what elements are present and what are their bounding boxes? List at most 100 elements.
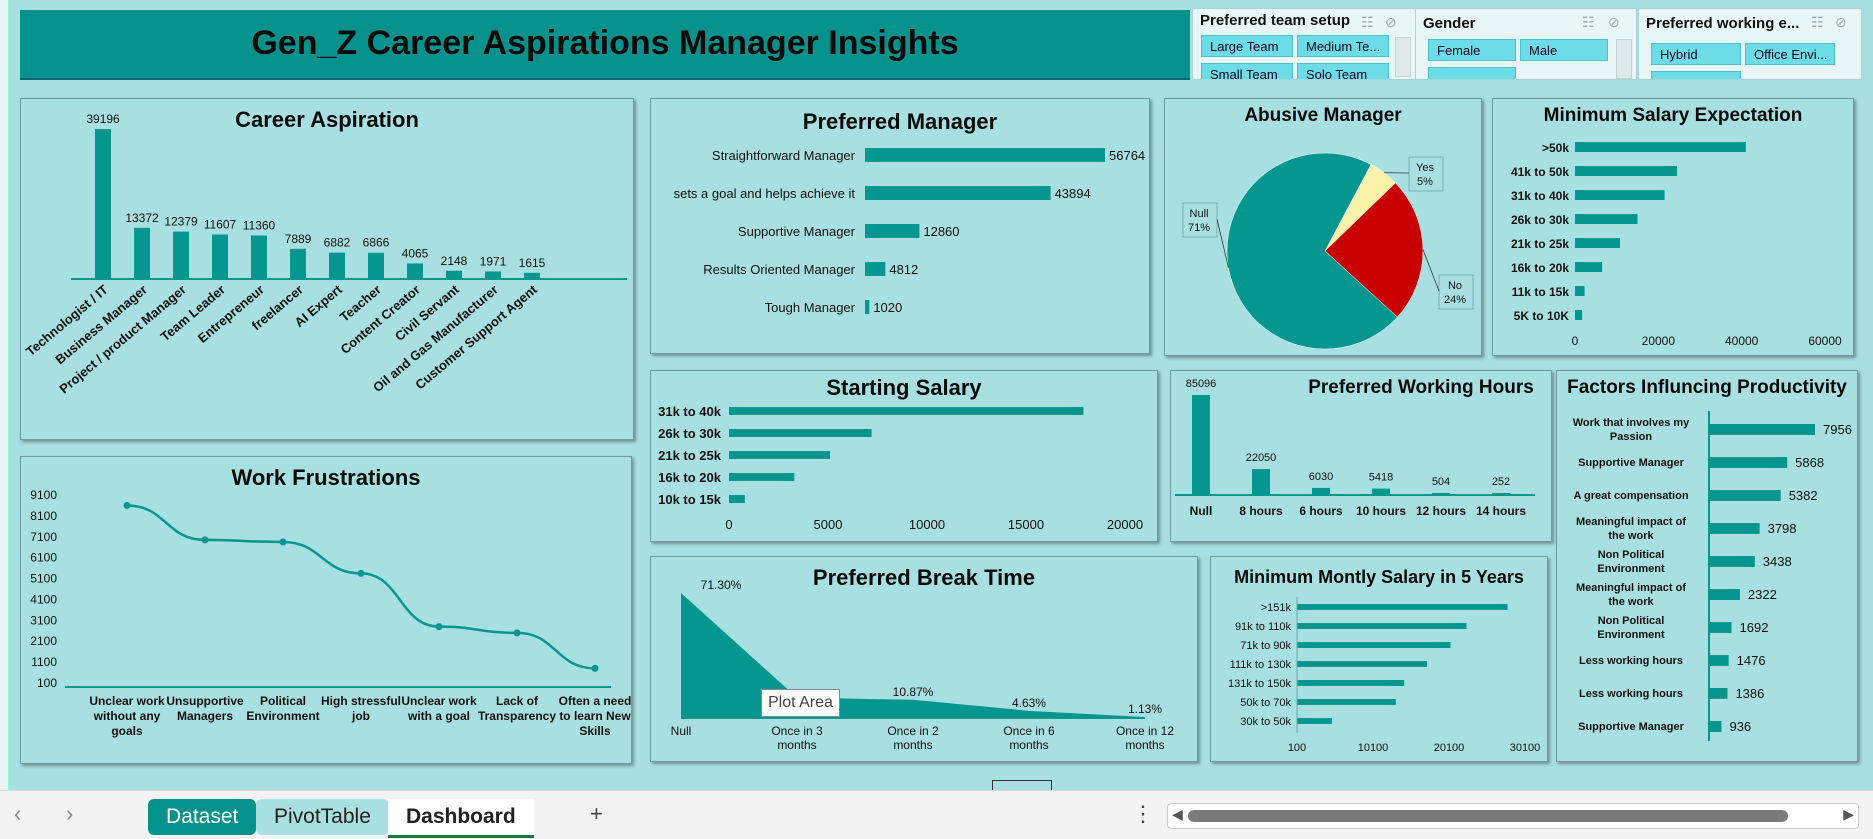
bar	[212, 235, 228, 279]
data-label: 71%	[1188, 222, 1210, 234]
horizontal-scrollbar[interactable]: ◀ ▶	[1167, 803, 1859, 829]
category-label: Once in 3months	[771, 724, 823, 752]
slicer-scrollbar[interactable]	[1616, 39, 1632, 79]
tick-label: 0	[1572, 334, 1579, 348]
min-salary-expectation-chart: >50k41k to 50k31k to 40k26k to 30k21k to…	[1493, 99, 1853, 355]
category-label: 91k to 110k	[1235, 621, 1292, 633]
category-label: Less working hours	[1579, 688, 1683, 700]
tab-dashboard[interactable]: Dashboard	[388, 799, 534, 838]
slicer-item[interactable]: Medium Te...	[1297, 35, 1389, 57]
data-label: 6866	[363, 236, 390, 250]
bar	[1432, 493, 1450, 495]
tick-label: 20100	[1434, 742, 1465, 754]
bar	[1575, 238, 1620, 248]
category-label: Once in 6months	[1003, 724, 1055, 752]
bar	[1575, 214, 1638, 224]
tick-label: 5000	[814, 517, 843, 532]
slicer-item-hidden[interactable]	[1428, 67, 1516, 80]
bar	[251, 236, 267, 279]
slicer-item-hidden[interactable]	[1651, 71, 1741, 80]
category-label: 12 hours	[1416, 504, 1466, 518]
multi-select-icon[interactable]: ☷	[1811, 14, 1824, 31]
multi-select-icon[interactable]: ☷	[1361, 14, 1374, 31]
multi-select-icon[interactable]: ☷	[1582, 14, 1595, 31]
bar	[1575, 190, 1665, 200]
slicer-scrollbar[interactable]	[1395, 37, 1411, 77]
bar	[329, 253, 345, 279]
data-label: 7889	[285, 232, 312, 246]
productivity-factors-card[interactable]: Factors Influncing Productivity Work tha…	[1556, 370, 1858, 762]
slicer-header: Gender	[1423, 15, 1476, 32]
category-label: 26k to 30k	[1511, 213, 1569, 227]
preferred-manager-chart: Straightforward Manager56764sets a goal …	[651, 99, 1149, 353]
data-label: 1615	[519, 256, 546, 270]
tick-label: 100	[37, 676, 57, 690]
category-label: 21k to 25k	[1511, 237, 1569, 251]
scroll-right-arrow-icon[interactable]: ▶	[1843, 806, 1854, 823]
bar	[1297, 642, 1451, 648]
more-options-icon[interactable]: ⋮	[1132, 801, 1154, 827]
category-label: 30k to 50k	[1240, 716, 1291, 728]
bar	[729, 473, 794, 481]
category-label: 6 hours	[1299, 504, 1343, 518]
slicer-item[interactable]: Hybrid	[1651, 43, 1741, 65]
slicer-item[interactable]: Female	[1428, 39, 1516, 61]
category-label: Lack ofTransparency	[478, 694, 556, 723]
data-label: 22050	[1246, 452, 1277, 464]
clear-filter-icon[interactable]: ⊘	[1608, 14, 1620, 31]
data-label: 3438	[1763, 554, 1792, 569]
scroll-tabs-left-icon[interactable]: ‹	[14, 801, 21, 827]
add-sheet-icon[interactable]: +	[590, 801, 603, 827]
data-label: 3798	[1768, 521, 1797, 536]
scroll-tabs-right-icon[interactable]: ›	[66, 801, 73, 827]
data-label: 12379	[164, 215, 198, 229]
slicer-item[interactable]: Office Envi...	[1745, 43, 1835, 65]
chart-title: Starting Salary	[651, 375, 1157, 401]
abusive-manager-card[interactable]: Abusive Manager Null71%Yes5%No24%	[1164, 98, 1482, 356]
scroll-left-arrow-icon[interactable]: ◀	[1172, 806, 1183, 823]
tab-pivottable[interactable]: PivotTable	[256, 799, 389, 835]
slicer-team-setup[interactable]: Preferred team setup ☷ ⊘ Large Team Medi…	[1192, 8, 1416, 80]
slicer-item[interactable]: Small Team	[1201, 63, 1293, 80]
data-label: 1020	[873, 300, 902, 315]
tab-dataset[interactable]: Dataset	[148, 799, 256, 835]
scrollbar-thumb[interactable]	[1188, 810, 1788, 822]
area-series	[681, 593, 1145, 719]
bar	[1252, 469, 1270, 495]
slicer-item[interactable]: Solo Team	[1297, 63, 1389, 80]
slicer-working-environment[interactable]: Preferred working e... ☷ ⊘ Hybrid Office…	[1638, 8, 1862, 80]
monthly-salary-5-years-card[interactable]: Minimum Montly Salary in 5 Years >151k91…	[1210, 556, 1548, 762]
bar	[134, 228, 150, 279]
slicer-item[interactable]: Large Team	[1201, 35, 1293, 57]
tick-label: 7100	[30, 530, 57, 544]
career-aspiration-card[interactable]: Career Aspiration 39196Technologist / IT…	[20, 98, 634, 440]
category-label: Non PoliticalEnvironment	[1597, 615, 1665, 641]
preferred-break-time-card[interactable]: Preferred Break Time 71.30%10.87%4.63%1.…	[650, 556, 1198, 762]
work-frustrations-card[interactable]: Work Frustrations 9100810071006100510041…	[20, 456, 632, 764]
data-label: 6030	[1309, 471, 1333, 483]
starting-salary-card[interactable]: Starting Salary 31k to 40k26k to 30k21k …	[650, 370, 1158, 542]
preferred-working-hours-card[interactable]: Preferred Working Hours 85096Null220508 …	[1170, 370, 1552, 542]
data-point	[202, 536, 209, 543]
preferred-manager-card[interactable]: Preferred Manager Straightforward Manage…	[650, 98, 1150, 354]
data-label: No	[1448, 280, 1462, 292]
bar	[865, 186, 1051, 200]
slicer-item[interactable]: Male	[1520, 39, 1608, 61]
category-label: 16k to 20k	[658, 470, 722, 485]
data-label: 4.63%	[1012, 696, 1046, 710]
sheet-tab-bar: ‹ › Dataset PivotTable Dashboard + ⋮ ◀ ▶	[0, 790, 1873, 839]
bar	[1297, 623, 1466, 629]
data-point	[514, 629, 521, 636]
data-label: 2148	[441, 254, 468, 268]
min-salary-expectation-card[interactable]: Minimum Salary Expectation >50k41k to 50…	[1492, 98, 1854, 356]
bar	[1575, 286, 1585, 296]
category-label: Often a needto learn NewSkills	[559, 694, 631, 738]
slicer-gender[interactable]: Gender ☷ ⊘ Female Male	[1415, 8, 1637, 80]
category-label: PoliticalEnvironment	[246, 694, 319, 723]
bar	[1312, 488, 1330, 495]
dashboard-title-banner: Gen_Z Career Aspirations Manager Insight…	[20, 10, 1190, 80]
category-label: 50k to 70k	[1240, 697, 1291, 709]
clear-filter-icon[interactable]: ⊘	[1835, 14, 1847, 31]
clear-filter-icon[interactable]: ⊘	[1385, 14, 1397, 31]
data-label: 13372	[125, 211, 159, 225]
